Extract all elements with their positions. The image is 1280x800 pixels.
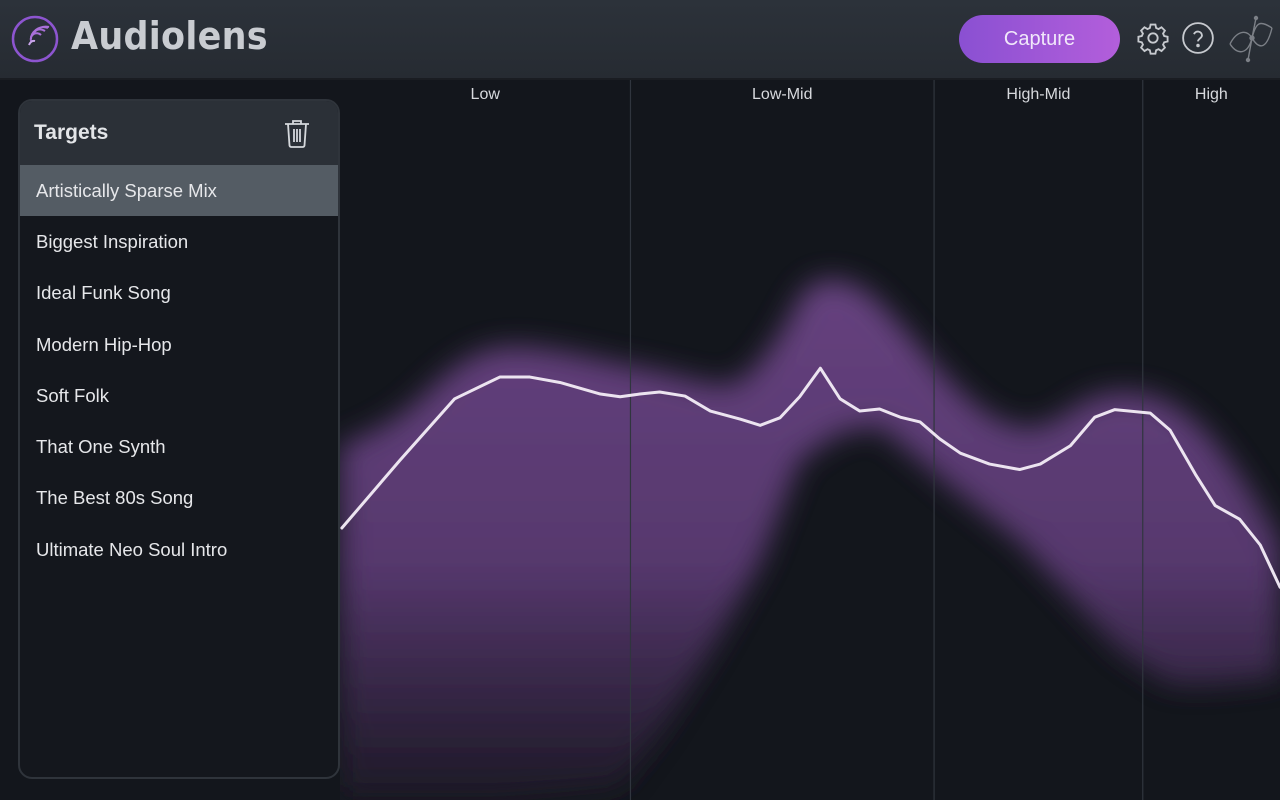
target-item-label: Biggest Inspiration: [36, 230, 189, 252]
target-item-label: Ultimate Neo Soul Intro: [36, 538, 228, 560]
target-item[interactable]: Biggest Inspiration: [20, 216, 338, 267]
help-button[interactable]: [1180, 20, 1216, 56]
target-item-label: The Best 80s Song: [36, 487, 194, 509]
target-item-label: Artistically Sparse Mix: [36, 179, 217, 201]
target-item-label: Ideal Funk Song: [36, 282, 171, 304]
trash-icon[interactable]: [282, 117, 312, 149]
band-label: Low: [470, 86, 500, 103]
target-item[interactable]: The Best 80s Song: [20, 473, 338, 524]
band-label: High: [1194, 86, 1228, 103]
capture-button[interactable]: Capture: [959, 15, 1120, 63]
gear-icon: [1137, 23, 1169, 55]
target-item-label: Modern Hip-Hop: [36, 333, 172, 355]
targets-panel: Targets Artistically Sparse Mix Biggest I…: [18, 99, 340, 779]
band-label: High-Mid: [1006, 86, 1071, 103]
target-item[interactable]: Ideal Funk Song: [20, 268, 338, 319]
brand-button[interactable]: [1226, 14, 1278, 66]
target-item-label: That One Synth: [36, 436, 166, 458]
target-item[interactable]: Ultimate Neo Soul Intro: [20, 524, 338, 575]
brand-icon: [1229, 15, 1273, 63]
top-bar: Audiolens Capture: [0, 0, 1280, 80]
band-label: Low-Mid: [752, 86, 813, 103]
targets-header: Targets: [20, 101, 338, 165]
target-range-band: [340, 279, 1280, 800]
spectrum-chart[interactable]: Low Low-Mid High-Mid High: [340, 80, 1280, 800]
targets-title: Targets: [34, 121, 109, 144]
target-item[interactable]: That One Synth: [20, 421, 338, 472]
settings-button[interactable]: [1135, 20, 1171, 56]
target-item-label: Soft Folk: [36, 384, 109, 406]
target-item[interactable]: Soft Folk: [20, 370, 338, 421]
targets-list: Artistically Sparse Mix Biggest Inspirati…: [20, 165, 338, 575]
target-item[interactable]: Artistically Sparse Mix: [20, 165, 338, 217]
spectrum-svg: [340, 80, 1280, 800]
logo-icon: [11, 15, 59, 63]
target-item[interactable]: Modern Hip-Hop: [20, 319, 338, 370]
help-icon: [1182, 22, 1214, 54]
app-title: Audiolens: [71, 14, 268, 58]
